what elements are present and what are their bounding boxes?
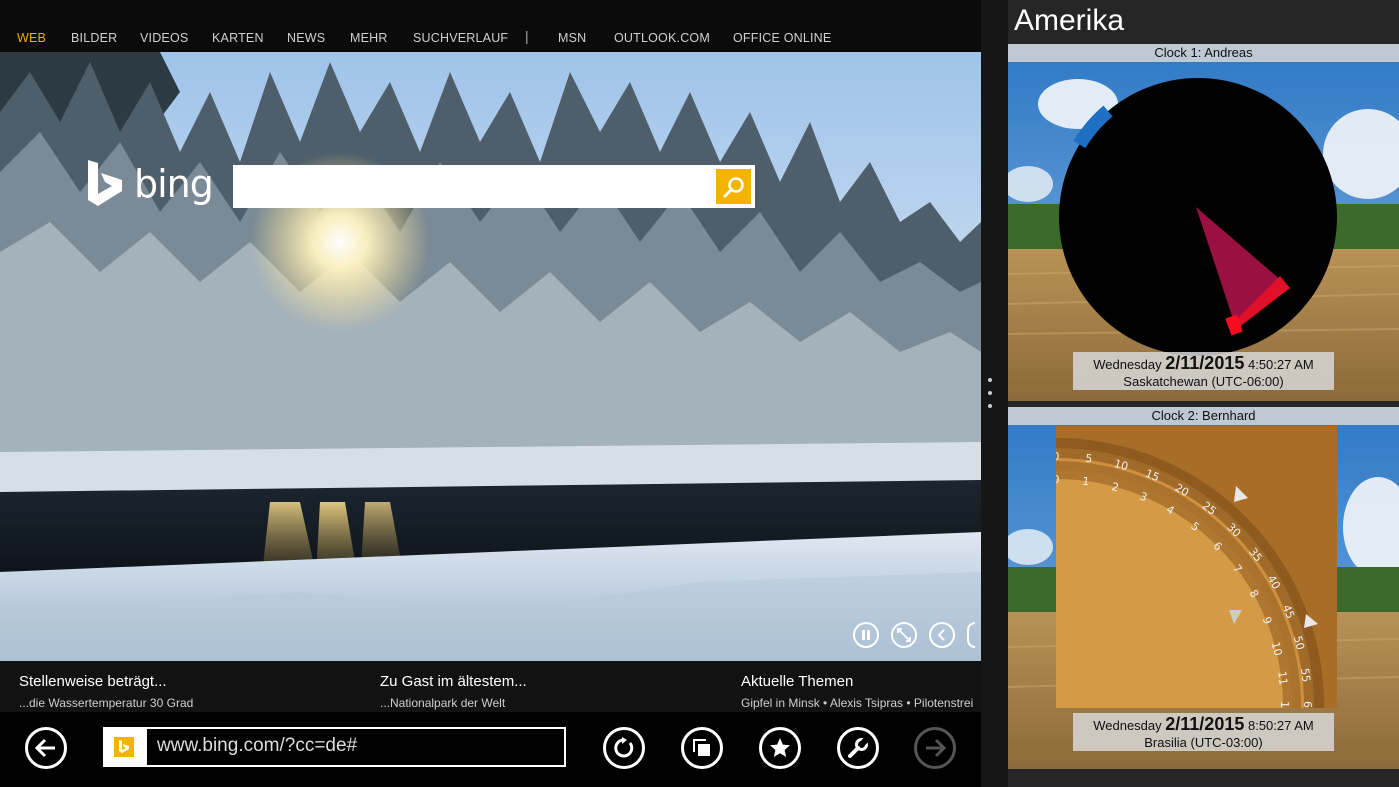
tabs-icon	[693, 739, 710, 756]
news-item[interactable]: Stellenweise beträgt... ...die Wassertem…	[19, 673, 359, 710]
dial-tick-label: 11	[1275, 670, 1290, 686]
winter-forest-image	[0, 52, 981, 661]
search-input[interactable]	[233, 165, 713, 208]
top-nav: WEB BILDER VIDEOS KARTEN NEWS MEHR SUCHV…	[0, 0, 981, 52]
chevron-left-icon	[937, 629, 945, 641]
nav-suchverlauf[interactable]: SUCHVERLAUF	[413, 31, 508, 45]
clock-time: 4:50:27 AM	[1247, 357, 1314, 372]
nav-bilder[interactable]: BILDER	[71, 31, 117, 45]
next-image-button[interactable]	[967, 622, 975, 648]
bing-favicon-icon	[114, 737, 134, 757]
snap-divider-grip[interactable]	[986, 378, 994, 408]
wrench-icon	[848, 737, 869, 758]
app-title: Amerika	[1014, 4, 1125, 37]
background-image	[0, 52, 981, 661]
nav-web[interactable]: WEB	[17, 31, 46, 45]
nav-videos[interactable]: VIDEOS	[140, 31, 188, 45]
nav-mehr[interactable]: MEHR	[350, 31, 388, 45]
nav-news[interactable]: NEWS	[287, 31, 325, 45]
site-favicon	[103, 727, 145, 767]
fullscreen-button[interactable]	[891, 622, 917, 648]
analog-clock-face	[1059, 78, 1337, 356]
tools-button[interactable]	[837, 727, 879, 769]
news-subtitle: ...die Wassertemperatur 30 Grad	[19, 696, 194, 710]
search-button[interactable]	[716, 169, 751, 204]
previous-image-button[interactable]	[929, 622, 955, 648]
nav-outlook[interactable]: OUTLOOK.COM	[614, 31, 710, 45]
segment-clock-face: 051015202530354045505560 012345678910111…	[1056, 426, 1337, 708]
news-strip: Stellenweise beträgt... ...die Wassertem…	[0, 661, 981, 712]
pause-icon	[862, 630, 870, 640]
arrow-left-icon	[35, 738, 55, 758]
back-button[interactable]	[25, 727, 67, 769]
refresh-icon	[614, 737, 634, 758]
expand-icon	[897, 628, 911, 642]
image-controls	[853, 622, 975, 648]
search-icon	[723, 176, 744, 197]
arrow-right-icon	[926, 738, 946, 758]
nav-office-online[interactable]: OFFICE ONLINE	[733, 31, 831, 45]
nav-msn[interactable]: MSN	[558, 31, 586, 45]
news-item[interactable]: Aktuelle Themen Gipfel in Minsk • Alexis…	[741, 673, 981, 710]
clock-app: Amerika Clock 1: Andreas Wednesday 2/11/…	[1008, 0, 1399, 787]
news-subtitle: ...Nationalpark der Welt	[380, 696, 506, 710]
search-box	[233, 165, 755, 208]
news-subtitle: Gipfel in Minsk • Alexis Tsipras • Pilot…	[741, 696, 974, 710]
clock-day: Wednesday	[1093, 718, 1162, 733]
news-title: Stellenweise beträgt...	[19, 673, 167, 690]
bing-logo[interactable]: bing	[86, 160, 214, 208]
clock-location: Brasilia (UTC-03:00)	[1144, 735, 1263, 750]
pause-button[interactable]	[853, 622, 879, 648]
clock-time: 8:50:27 AM	[1247, 718, 1314, 733]
dial-tick-label: 12	[1278, 701, 1291, 708]
clock-panel[interactable]: Clock 1: Andreas Wednesday 2/11/2015 4:5…	[1008, 44, 1399, 401]
dial-tick-label: 0	[1056, 473, 1060, 486]
clock-location: Saskatchewan (UTC-06:00)	[1123, 374, 1284, 389]
news-title: Zu Gast im ältestem...	[380, 673, 527, 690]
clock-header: Clock 2: Bernhard	[1008, 407, 1399, 425]
clock-date: 2/11/2015	[1165, 353, 1245, 373]
dial-tick-label: 60	[1301, 701, 1314, 708]
dial-tick-label: 55	[1298, 667, 1313, 683]
browser-window: WEB BILDER VIDEOS KARTEN NEWS MEHR SUCHV…	[0, 0, 981, 787]
news-item[interactable]: Zu Gast im ältestem... ...Nationalpark d…	[380, 673, 720, 710]
dial-tick-label: 0	[1056, 450, 1060, 463]
clock-footer: Wednesday 2/11/2015 8:50:27 AM Brasilia …	[1073, 713, 1334, 751]
star-icon	[770, 738, 790, 757]
news-title: Aktuelle Themen	[741, 673, 854, 690]
bing-b-icon	[88, 160, 122, 206]
clock-panel[interactable]: Clock 2: Bernhard 0510152025303540455055…	[1008, 407, 1399, 769]
tabs-button[interactable]	[681, 727, 723, 769]
clock-footer: Wednesday 2/11/2015 4:50:27 AM Saskatche…	[1073, 352, 1334, 390]
forward-button[interactable]	[914, 727, 956, 769]
nav-separator: |	[525, 28, 529, 44]
bing-wordmark: bing	[134, 162, 214, 206]
refresh-button[interactable]	[603, 727, 645, 769]
favorites-button[interactable]	[759, 727, 801, 769]
clock-day: Wednesday	[1093, 357, 1162, 372]
clock-date: 2/11/2015	[1165, 714, 1245, 734]
url-field[interactable]: www.bing.com/?cc=de#	[145, 727, 566, 767]
nav-karten[interactable]: KARTEN	[212, 31, 264, 45]
